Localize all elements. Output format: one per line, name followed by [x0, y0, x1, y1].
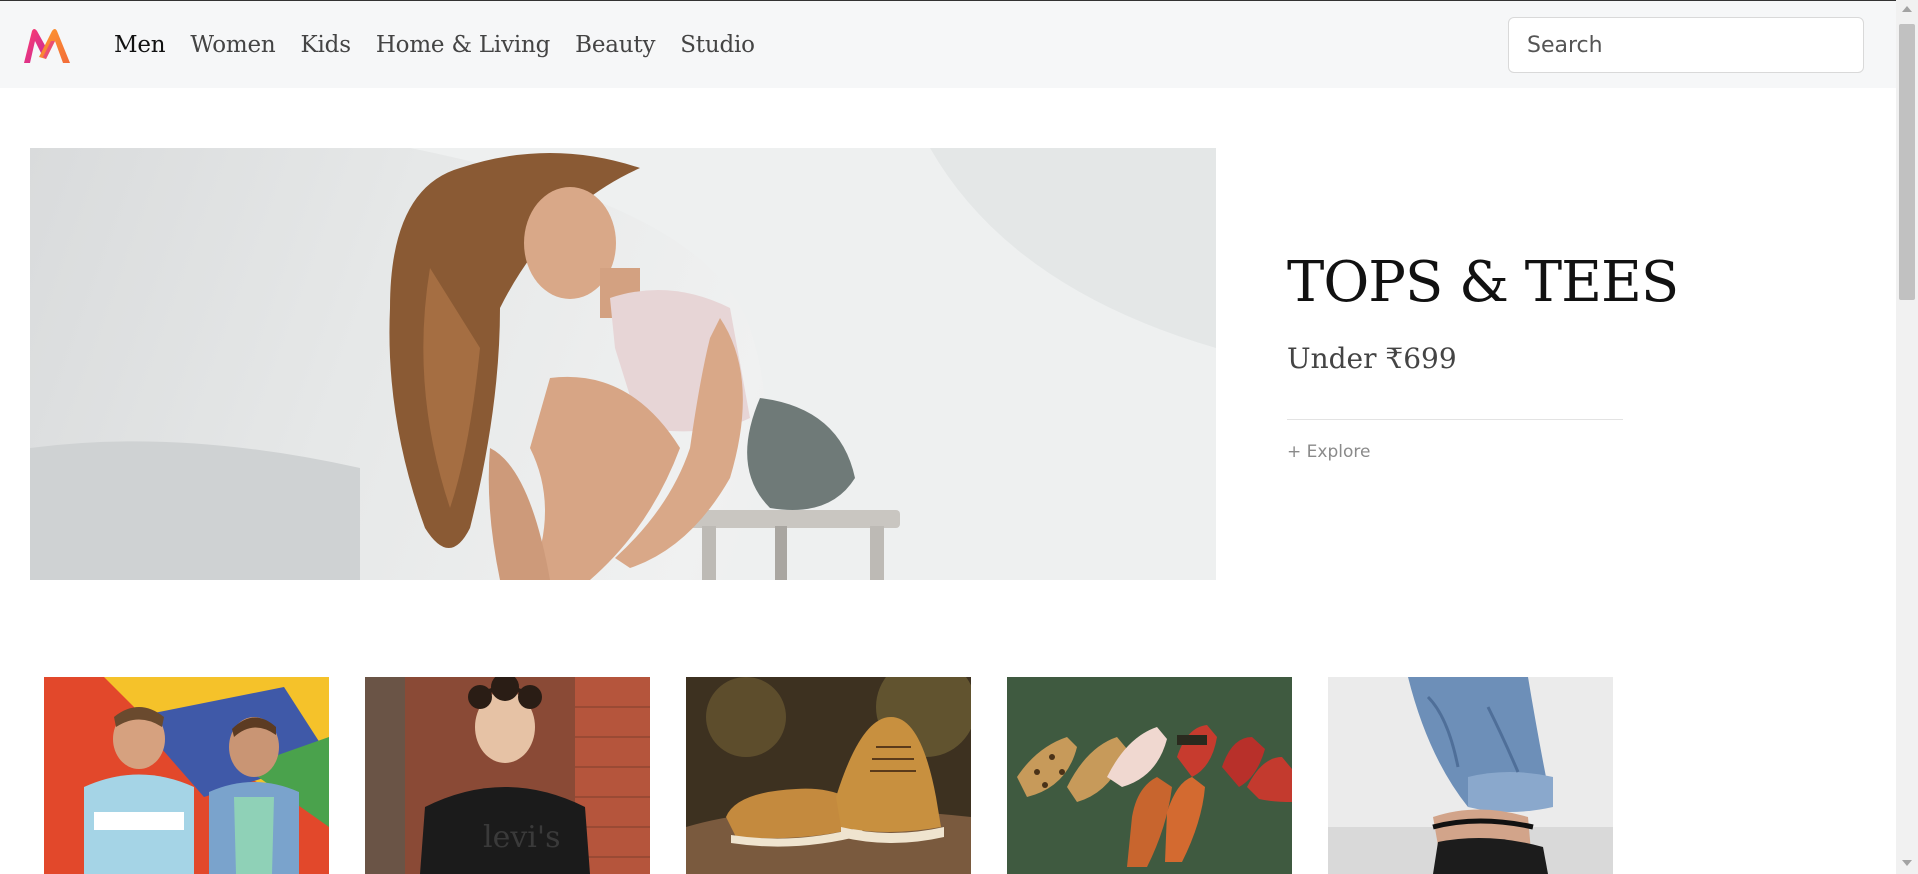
nav-item-home-living[interactable]: Home & Living — [376, 32, 551, 58]
hero-title: TOPS & TEES — [1287, 250, 1679, 315]
tile-womens-mules[interactable] — [1007, 677, 1292, 874]
nav-item-men[interactable]: Men — [114, 32, 166, 58]
hero-divider — [1287, 419, 1623, 420]
nav-item-studio[interactable]: Studio — [680, 32, 755, 58]
nav-item-beauty[interactable]: Beauty — [575, 32, 655, 58]
scroll-down-arrow-icon[interactable] — [1902, 860, 1912, 866]
tile-levis-tee[interactable]: levi's — [365, 677, 650, 874]
search-input[interactable] — [1508, 17, 1864, 73]
top-navigation-bar: Men Women Kids Home & Living Beauty Stud… — [0, 0, 1896, 88]
two-men-in-shirts-photo — [44, 677, 329, 874]
tan-suede-shoes-photo — [686, 677, 971, 874]
man-in-black-levis-tee-photo: levi's — [365, 677, 650, 874]
womens-mules-photo — [1007, 677, 1292, 874]
explore-link[interactable]: + Explore — [1287, 442, 1370, 462]
nav-item-women[interactable]: Women — [190, 32, 275, 58]
tile-jeans-heels[interactable] — [1328, 677, 1613, 874]
scroll-up-arrow-icon[interactable] — [1902, 6, 1912, 12]
hero-banner-image[interactable] — [30, 148, 1216, 580]
svg-text:levi's: levi's — [483, 820, 561, 855]
main-nav: Men Women Kids Home & Living Beauty Stud… — [114, 1, 780, 89]
woman-sitting-on-stool-photo — [30, 148, 1216, 580]
hero-subtitle: Under ₹699 — [1287, 342, 1457, 375]
nav-item-kids[interactable]: Kids — [301, 32, 351, 58]
myntra-logo-icon[interactable] — [22, 27, 72, 65]
tile-men-shirts[interactable] — [44, 677, 329, 874]
tile-suede-shoes[interactable] — [686, 677, 971, 874]
jeans-and-black-heels-photo — [1328, 677, 1613, 874]
scrollbar-thumb[interactable] — [1899, 24, 1915, 300]
vertical-scrollbar[interactable] — [1896, 0, 1918, 874]
